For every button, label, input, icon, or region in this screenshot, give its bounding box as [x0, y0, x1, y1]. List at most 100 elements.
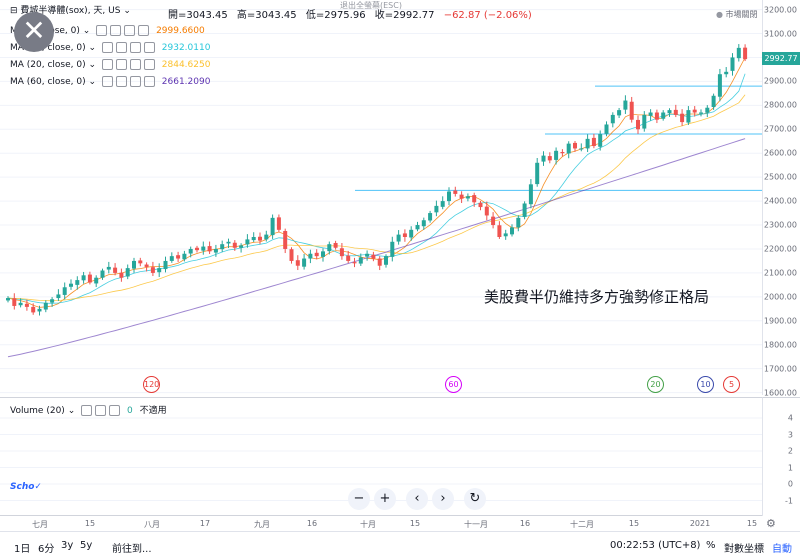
reset-icon: ↻ — [469, 491, 481, 506]
visibility-icon[interactable] — [81, 405, 93, 416]
log-scale-toggle[interactable]: 對數坐標 — [724, 540, 764, 555]
candle — [245, 239, 250, 245]
range-5y[interactable]: 5y — [80, 540, 92, 551]
candle — [636, 119, 640, 130]
candle — [289, 249, 294, 261]
chart-annotation[interactable]: 美股費半仍維持多方強勢修正格局 — [484, 286, 709, 307]
event-marker-10[interactable]: 10 — [697, 376, 714, 393]
event-marker-20[interactable]: 20 — [647, 376, 664, 393]
more-icon[interactable] — [143, 59, 155, 70]
time-tick: 2021 — [689, 519, 711, 528]
ma20-legend[interactable]: MA (20, close, 0) ⌄ 2844.6250 — [10, 58, 210, 72]
timezone-display[interactable]: 00:22:53 (UTC+8) — [610, 540, 700, 551]
chevron-down-icon[interactable]: ⌄ — [88, 43, 96, 53]
price-tick: 3100.00 — [763, 29, 797, 38]
candle — [591, 137, 596, 147]
tradingview-logo[interactable]: Scho✓ — [10, 482, 42, 492]
settings-icon[interactable] — [110, 25, 122, 36]
collapse-icon[interactable]: ⊟ — [10, 6, 18, 16]
settings-icon[interactable] — [115, 42, 127, 53]
candle — [226, 241, 231, 244]
zoom-in-button[interactable]: + — [374, 488, 396, 510]
candle — [510, 227, 514, 235]
price-tick: 2300.00 — [763, 220, 797, 230]
candle — [12, 298, 17, 306]
more-icon[interactable] — [138, 25, 150, 36]
candle — [371, 254, 376, 259]
ma-line-10 — [7, 73, 746, 304]
time-tick: 十二月 — [570, 520, 594, 529]
range-6m[interactable]: 6分 — [38, 540, 54, 555]
zoom-out-button[interactable]: − — [348, 488, 370, 510]
visibility-icon[interactable] — [101, 76, 113, 87]
settings-icon[interactable] — [115, 76, 127, 87]
candle — [37, 308, 42, 312]
close-icon[interactable] — [109, 405, 121, 416]
more-icon[interactable] — [143, 42, 155, 53]
candle — [705, 107, 710, 113]
exit-fullscreen-hint[interactable]: 退出全螢幕(ESC) — [340, 0, 402, 11]
candle — [276, 217, 281, 230]
candle — [560, 152, 565, 154]
close-icon[interactable] — [129, 59, 141, 70]
ma10-value: 2932.0110 — [161, 43, 211, 53]
candle — [604, 124, 609, 134]
time-axis[interactable]: 七月 15 八月 17 九月 16 十月 15 十一月 16 十二月 15 2021 15 — [0, 515, 762, 531]
close-icon[interactable] — [124, 25, 136, 36]
candle — [673, 109, 678, 115]
chevron-down-icon[interactable]: ⌄ — [68, 406, 76, 416]
candle — [522, 203, 527, 217]
price-tick: 2800.00 — [763, 100, 797, 110]
candle — [579, 148, 584, 150]
candle — [295, 260, 300, 266]
settings-icon[interactable] — [95, 405, 107, 416]
candle — [346, 255, 351, 261]
market-status: ● 市場關閉 — [716, 9, 758, 20]
event-marker-60[interactable]: 60 — [445, 376, 462, 393]
range-3y[interactable]: 3y — [61, 540, 73, 551]
chevron-down-icon[interactable]: ⌄ — [123, 6, 131, 16]
candle — [528, 184, 533, 205]
candle — [585, 138, 590, 149]
candle — [497, 225, 502, 237]
chevron-down-icon[interactable]: ⌄ — [83, 26, 91, 36]
visibility-icon[interactable] — [96, 25, 108, 36]
candle — [358, 257, 363, 264]
event-marker-120[interactable]: 120 — [143, 376, 160, 393]
candle — [220, 244, 225, 250]
volume-axis[interactable]: 4 3 2 1 0 -1 — [762, 397, 800, 516]
close-fullscreen-button[interactable]: ✕ — [14, 12, 54, 52]
candle — [447, 191, 451, 202]
visibility-icon[interactable] — [101, 59, 113, 70]
close-icon[interactable] — [129, 76, 141, 87]
candle — [314, 252, 319, 257]
ma60-legend[interactable]: MA (60, close, 0) ⌄ 2661.2090 — [10, 75, 210, 89]
price-tick: 2700.00 — [763, 124, 797, 134]
volume-legend[interactable]: Volume (20) ⌄ 0 不適用 — [10, 403, 167, 416]
candle — [258, 236, 262, 241]
candle — [87, 274, 92, 283]
candle — [541, 155, 546, 162]
ma60-value: 2661.2090 — [161, 77, 211, 87]
reset-chart-button[interactable]: ↻ — [464, 488, 486, 510]
price-tick: 2200.00 — [763, 244, 797, 254]
change-value: −62.87 (−2.06%) — [443, 10, 532, 21]
candle — [711, 95, 716, 108]
scroll-left-button[interactable]: ‹ — [406, 488, 428, 510]
time-tick: 15 — [409, 519, 421, 528]
close-icon[interactable] — [129, 42, 141, 53]
chevron-down-icon[interactable]: ⌄ — [88, 60, 96, 70]
scroll-right-button[interactable]: › — [432, 488, 454, 510]
percent-toggle[interactable]: % — [706, 540, 716, 551]
visibility-icon[interactable] — [101, 42, 113, 53]
auto-scale-toggle[interactable]: 自動 — [772, 540, 792, 555]
gear-icon[interactable]: ⚙ — [766, 517, 776, 530]
goto-date-button[interactable]: 前往到... — [112, 540, 152, 555]
event-marker-5[interactable]: 5 — [723, 376, 740, 393]
range-1d[interactable]: 1日 — [14, 540, 30, 555]
more-icon[interactable] — [143, 76, 155, 87]
candle — [207, 246, 212, 252]
settings-icon[interactable] — [115, 59, 127, 70]
chevron-down-icon[interactable]: ⌄ — [88, 77, 96, 87]
candle — [730, 57, 735, 71]
